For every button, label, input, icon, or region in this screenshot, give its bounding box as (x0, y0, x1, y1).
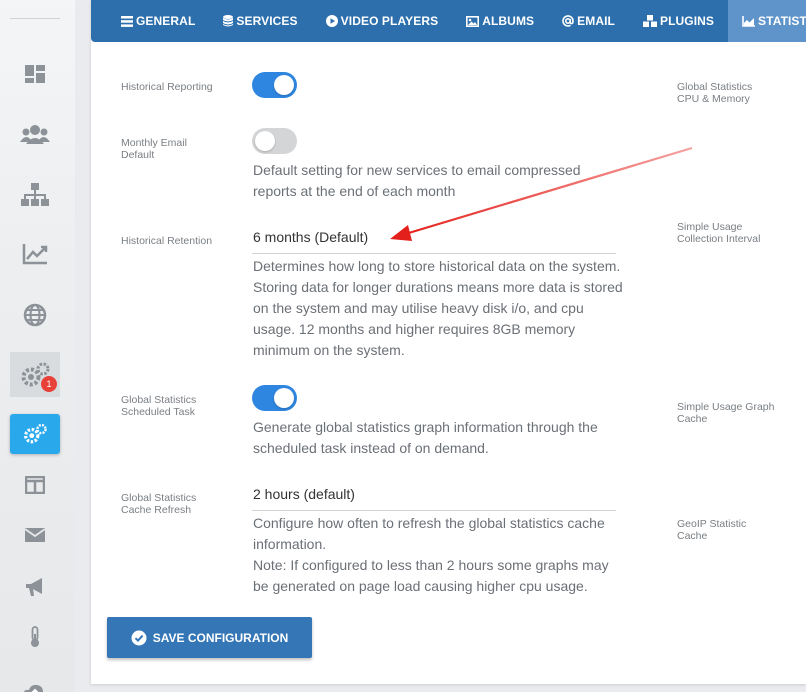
tab-services[interactable]: SERVICES (209, 0, 311, 42)
historical-retention-underline (252, 253, 616, 254)
historical-reporting-toggle[interactable] (252, 72, 297, 98)
toggle-knob (255, 131, 275, 151)
sidebar-item-globe[interactable] (10, 295, 60, 335)
sidebar-item-mail[interactable] (10, 515, 60, 555)
global-stats-cache-label: Global Statistics Cache Refresh (121, 492, 197, 516)
notification-badge: 1 (41, 376, 57, 392)
sidebar-item-temperature[interactable] (10, 617, 60, 657)
tab-general[interactable]: GENERAL (91, 0, 209, 42)
dashboard-icon (25, 65, 45, 83)
sidebar-item-dashboard[interactable] (10, 54, 60, 94)
global-stats-task-toggle[interactable] (252, 385, 297, 411)
database-icon (223, 15, 234, 27)
historical-reporting-label: Historical Reporting (121, 81, 213, 93)
cubes-icon (643, 15, 657, 27)
image-icon (466, 15, 480, 27)
sidebar-item-announcements[interactable] (10, 567, 60, 607)
cogs-icon (24, 423, 47, 444)
tab-label: EMAIL (577, 14, 615, 28)
envelope-icon (25, 528, 45, 542)
tab-label: SERVICES (236, 14, 298, 28)
toggle-knob (274, 388, 294, 408)
sitemap-icon (21, 183, 49, 206)
tab-plugins[interactable]: PLUGINS (629, 0, 728, 42)
annotation-arrow (390, 146, 693, 241)
tab-albums[interactable]: ALBUMS (452, 0, 548, 42)
list-icon (121, 15, 133, 27)
area-chart-icon (742, 15, 756, 27)
monthly-email-toggle[interactable] (252, 128, 297, 154)
sidebar-item-sitemap[interactable] (10, 175, 60, 215)
at-icon (562, 15, 574, 27)
cloud-upload-icon (23, 684, 43, 692)
global-stats-cache-select[interactable]: 2 hours (default) (253, 486, 355, 502)
tab-label: ALBUMS (482, 14, 535, 28)
global-stats-task-label: Global Statistics Scheduled Task (121, 394, 197, 418)
right-label-geoip-cache: GeoIP Statistic Cache (677, 518, 747, 542)
global-stats-cache-note: Note: If configured to less than 2 hours… (253, 557, 609, 594)
sidebar: 1 (0, 0, 75, 692)
global-stats-task-description: Generate global statistics graph informa… (253, 419, 598, 456)
global-stats-cache-underline (252, 510, 616, 511)
tab-label: PLUGINS (660, 14, 715, 28)
save-button-label: SAVE CONFIGURATION (152, 630, 289, 645)
sidebar-item-layout[interactable] (10, 465, 60, 505)
global-stats-cache-description: Configure how often to refresh the globa… (253, 515, 605, 552)
tab-label: GENERAL (136, 14, 196, 28)
globe-icon (23, 303, 47, 327)
sidebar-divider (10, 18, 60, 19)
thermometer-icon (31, 626, 39, 647)
save-configuration-button[interactable]: SAVE CONFIGURATION (107, 617, 312, 658)
historical-retention-description: Determines how long to store historical … (253, 258, 623, 358)
historical-retention-label: Historical Retention (121, 235, 213, 247)
tab-bar: GENERAL SERVICES VIDEO PLAYERS ALBUMS EM… (91, 0, 806, 42)
chart-line-icon (22, 244, 48, 265)
users-icon (20, 125, 50, 144)
sidebar-item-statistics[interactable] (10, 234, 60, 274)
sidebar-item-upload[interactable] (10, 672, 60, 692)
sidebar-item-settings[interactable]: 1 (10, 352, 60, 397)
tab-video-players[interactable]: VIDEO PLAYERS (312, 0, 453, 42)
play-circle-icon (325, 15, 338, 27)
sidebar-item-configuration[interactable] (10, 414, 60, 454)
right-label-usage-graph-cache: Simple Usage Graph Cache (677, 401, 775, 425)
historical-retention-select[interactable]: 6 months (Default) (253, 229, 368, 245)
tab-label: STATISTICS (758, 14, 806, 28)
monthly-email-label: Monthly Email Default (121, 137, 187, 161)
sidebar-item-users[interactable] (10, 114, 60, 154)
columns-icon (25, 476, 45, 494)
megaphone-icon (26, 578, 42, 596)
tab-statistics[interactable]: STATISTICS (728, 0, 806, 42)
tab-label: VIDEO PLAYERS (340, 14, 439, 28)
check-circle-icon (131, 630, 147, 645)
right-label-cpu-memory: Global Statistics CPU & Memory (677, 81, 753, 105)
tab-email[interactable]: EMAIL (548, 0, 629, 42)
toggle-knob (274, 75, 294, 95)
